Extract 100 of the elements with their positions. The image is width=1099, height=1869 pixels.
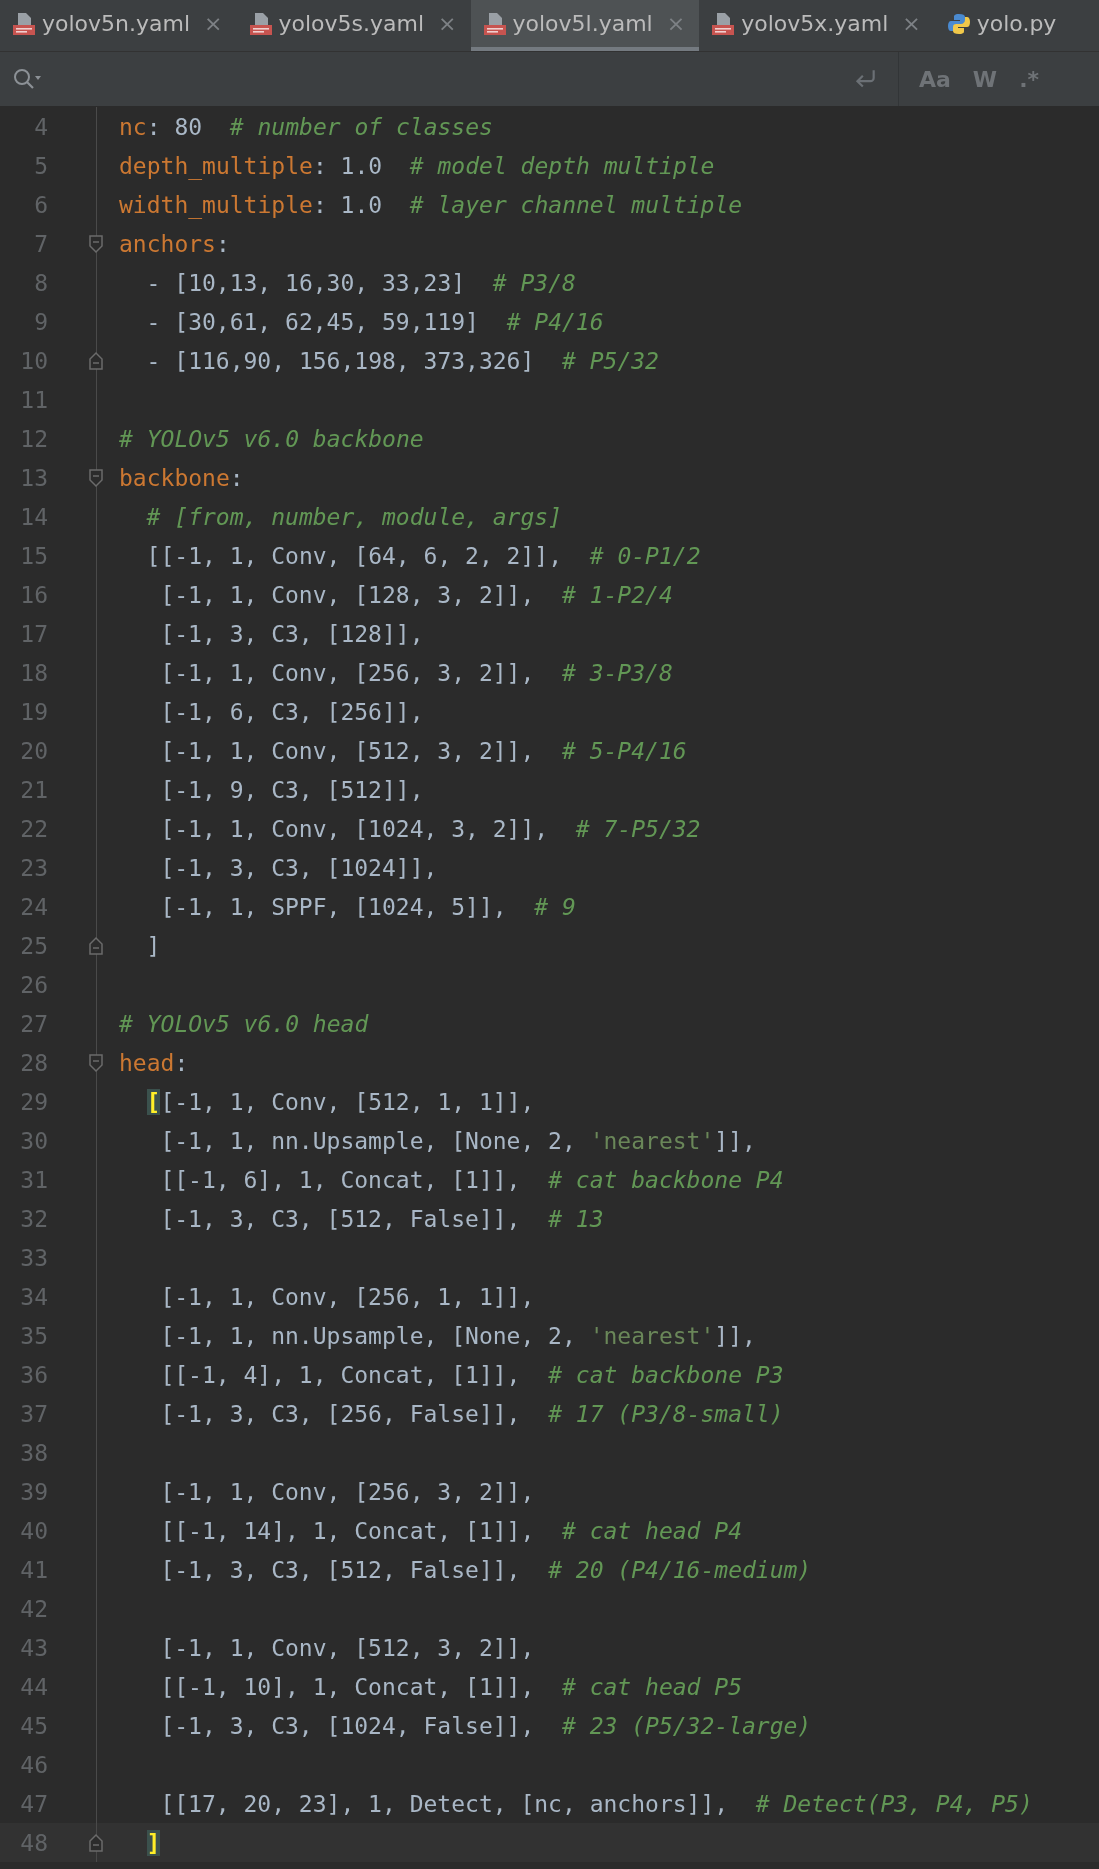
line-number: 33 xyxy=(19,1244,48,1271)
code-text: [[17, 20, 23], 1, Detect, [nc, anchors]], xyxy=(160,1790,730,1817)
line-number: 28 xyxy=(19,1049,48,1076)
code-comment: # 9 xyxy=(534,893,576,920)
line-number: 11 xyxy=(19,386,48,413)
yaml-key: nc xyxy=(119,113,147,140)
unfold-icon[interactable] xyxy=(88,350,104,371)
fold-icon[interactable] xyxy=(88,467,104,488)
code-comment: # 17 (P3/8-small) xyxy=(548,1400,784,1427)
code-comment: # YOLOv5 v6.0 head xyxy=(119,1010,369,1037)
line-number: 19 xyxy=(19,698,48,725)
line-number: 15 xyxy=(19,542,48,569)
code-text: [-1, 1, Conv, [512, 3, 2]], xyxy=(160,1634,535,1661)
matched-bracket: ] xyxy=(146,1829,161,1856)
file-tab[interactable]: yolov5l.yaml × xyxy=(470,0,700,51)
line-number: 10 xyxy=(19,347,48,374)
file-tab[interactable]: yolo.py xyxy=(934,0,1071,51)
code-text: [[-1, 6], 1, Concat, [1]], xyxy=(160,1166,522,1193)
line-number: 30 xyxy=(19,1127,48,1154)
code-text: [-1, 3, C3, [512, False]], xyxy=(160,1556,522,1583)
code-text: [-1, 3, C3, [1024, False]], xyxy=(160,1712,536,1739)
code-text: [-1, 1, Conv, [1024, 3, 2]], xyxy=(160,815,550,842)
yaml-key: head xyxy=(119,1049,175,1076)
unfold-icon[interactable] xyxy=(88,935,104,956)
line-number: 45 xyxy=(19,1712,48,1739)
code-text: [-1, 9, C3, [512]], xyxy=(160,776,424,803)
line-number: 26 xyxy=(19,971,48,998)
line-number: 40 xyxy=(19,1517,48,1544)
line-number: 23 xyxy=(19,854,48,881)
code-text: [-1, 6, C3, [256]], xyxy=(160,698,424,725)
file-tab[interactable]: yolov5x.yaml × xyxy=(699,0,935,51)
line-number: 13 xyxy=(19,464,48,491)
line-number: 18 xyxy=(19,659,48,686)
line-number: 35 xyxy=(19,1322,48,1349)
yaml-file-icon xyxy=(248,11,273,36)
code-text: [-1, 1, nn.Upsample, [None, 2, xyxy=(160,1322,577,1349)
line-number: 17 xyxy=(19,620,48,647)
code-comment: # 23 (P5/32-large) xyxy=(561,1712,812,1739)
code-text: [-1, 3, C3, [1024]], xyxy=(160,854,438,881)
python-file-icon xyxy=(946,11,971,36)
unfold-icon[interactable] xyxy=(88,1832,104,1853)
fold-icon[interactable] xyxy=(88,233,104,254)
code-comment: # 20 (P4/16-medium) xyxy=(548,1556,812,1583)
line-number: 25 xyxy=(19,932,48,959)
matched-bracket: [ xyxy=(146,1088,161,1115)
search-icon[interactable] xyxy=(12,67,42,91)
code-comment: # model depth multiple xyxy=(409,152,715,179)
code-text: : xyxy=(229,464,244,491)
line-number: 6 xyxy=(33,191,48,218)
line-number: 16 xyxy=(19,581,48,608)
yaml-file-icon xyxy=(12,11,36,36)
code-text: [[-1, 1, Conv, [64, 6, 2, 2]], xyxy=(146,542,563,569)
code-text: [-1, 1, Conv, [256, 3, 2]], xyxy=(160,1478,535,1505)
code-comment: # P3/8 xyxy=(492,269,576,296)
yaml-file-icon xyxy=(482,11,507,36)
code-comment: # P4/16 xyxy=(506,308,604,335)
code-text: [-1, 1, Conv, [256, 1, 1]], xyxy=(160,1283,535,1310)
code-text: ]], xyxy=(714,1322,756,1349)
yaml-key: anchors xyxy=(119,230,216,257)
yaml-key: depth_multiple xyxy=(119,152,313,179)
line-number: 37 xyxy=(19,1400,48,1427)
code-comment: # cat backbone P4 xyxy=(548,1166,784,1193)
code-text: [-1, 3, C3, [512, False]], xyxy=(160,1205,522,1232)
line-number: 14 xyxy=(19,503,48,530)
code-text: [-1, 1, SPPF, [1024, 5]], xyxy=(160,893,508,920)
line-number: 31 xyxy=(19,1166,48,1193)
code-comment: # cat head P5 xyxy=(561,1673,742,1700)
line-number: 39 xyxy=(19,1478,48,1505)
fold-icon[interactable] xyxy=(88,1052,104,1073)
line-number: 7 xyxy=(33,230,48,257)
yaml-key: width_multiple xyxy=(119,191,313,218)
file-tab[interactable]: yolov5n.yaml × xyxy=(0,0,237,51)
code-text: [-1, 1, Conv, [512, 3, 2]], xyxy=(160,737,536,764)
line-number: 20 xyxy=(19,737,48,764)
string-literal: 'nearest' xyxy=(589,1127,715,1154)
code-text: [-1, 3, C3, [128]], xyxy=(160,620,424,647)
code-text: : 1.0 xyxy=(312,152,384,179)
code-comment: # cat backbone P3 xyxy=(548,1361,784,1388)
line-number: 22 xyxy=(19,815,48,842)
line-number: 43 xyxy=(19,1634,48,1661)
line-number: 42 xyxy=(19,1595,48,1622)
line-number: 47 xyxy=(19,1790,48,1817)
line-number: 5 xyxy=(33,152,48,179)
line-number: 41 xyxy=(19,1556,48,1583)
line-number: 4 xyxy=(33,113,48,140)
string-literal: 'nearest' xyxy=(589,1322,715,1349)
code-comment: # 7-P5/32 xyxy=(575,815,701,842)
code-text: - [30,61, 62,45, 59,119] xyxy=(146,308,480,335)
code-comment: # 3-P3/8 xyxy=(561,659,673,686)
code-comment: # [from, number, module, args] xyxy=(146,503,562,530)
code-comment: # 5-P4/16 xyxy=(561,737,687,764)
code-text: : 1.0 xyxy=(312,191,384,218)
code-comment: # number of classes xyxy=(229,113,493,140)
file-tab[interactable]: yolov5s.yaml × xyxy=(236,0,471,51)
code-comment: # 13 xyxy=(548,1205,604,1232)
code-comment: # Detect(P3, P4, P5) xyxy=(755,1790,1033,1817)
code-text: : 80 xyxy=(146,113,204,140)
code-text: ] xyxy=(146,932,161,959)
line-number: 9 xyxy=(33,308,48,335)
code-text: : xyxy=(215,230,230,257)
